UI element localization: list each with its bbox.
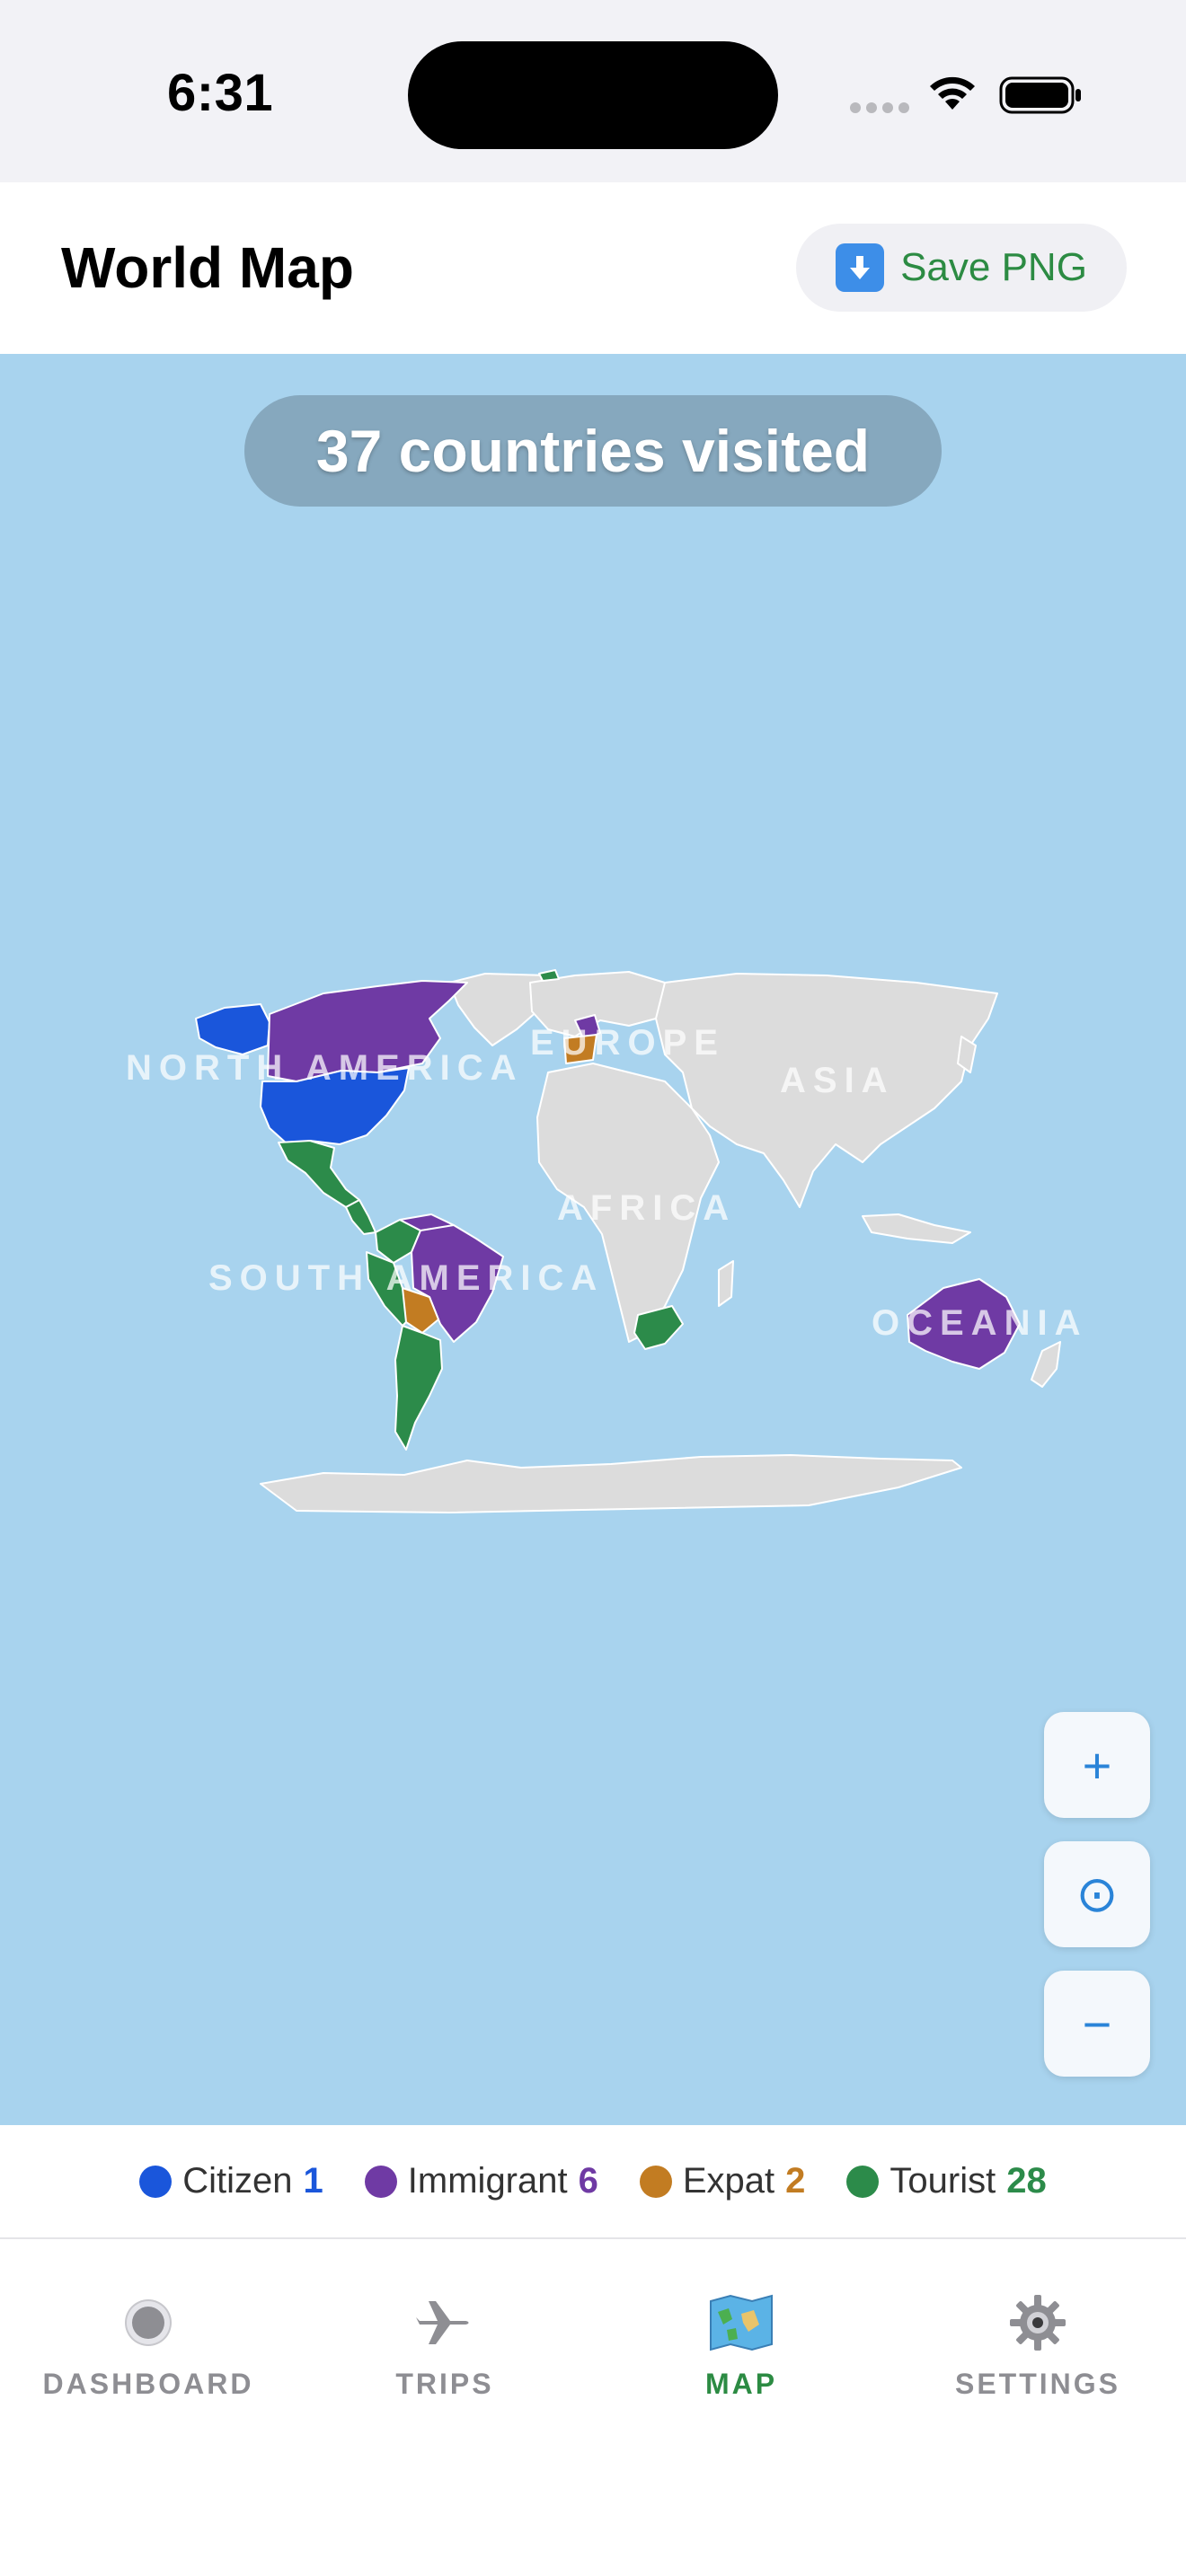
tab-label: MAP <box>704 2368 778 2400</box>
save-png-label: Save PNG <box>900 245 1087 289</box>
legend-count: 2 <box>785 2161 806 2201</box>
country-new-zealand <box>1031 1341 1061 1388</box>
zoom-in-button[interactable]: + <box>1044 1712 1150 1818</box>
label-south-america: SOUTH AMERICA <box>208 1258 604 1298</box>
radio-button-icon <box>116 2290 181 2355</box>
map-legend: Citizen 1 Immigrant 6 Expat 2 Tourist 28 <box>0 2125 1186 2239</box>
label-oceania: OCEANIA <box>872 1303 1087 1343</box>
tab-settings[interactable]: SETTINGS <box>890 2290 1186 2401</box>
save-png-button[interactable]: Save PNG <box>796 224 1127 312</box>
tab-label: TRIPS <box>395 2368 494 2400</box>
legend-label: Immigrant <box>407 2161 568 2201</box>
status-bar: 6:31 <box>0 0 1186 182</box>
tab-dashboard[interactable]: DASHBOARD <box>0 2290 296 2401</box>
legend-item-immigrant: Immigrant 6 <box>364 2161 598 2201</box>
legend-dot-citizen <box>139 2165 173 2198</box>
tab-map[interactable]: MAP <box>593 2290 890 2401</box>
world-map-icon <box>709 2290 774 2355</box>
download-icon <box>836 243 885 292</box>
airplane-icon <box>412 2290 477 2355</box>
legend-dot-tourist <box>846 2165 880 2198</box>
wifi-icon <box>930 76 975 110</box>
tab-bar: DASHBOARD TRIPS MAP SETTINGS <box>0 2241 1186 2576</box>
country-mexico <box>278 1140 360 1208</box>
legend-count: 1 <box>303 2161 323 2201</box>
status-time: 6:31 <box>167 64 274 122</box>
label-north-america: NORTH AMERICA <box>126 1048 524 1088</box>
visited-count-badge: 37 countries visited <box>244 395 942 507</box>
country-alaska <box>195 1003 270 1055</box>
visited-count-text: 37 countries visited <box>315 418 871 484</box>
battery-icon <box>999 76 1081 114</box>
region-antarctica <box>260 1454 962 1513</box>
tab-trips[interactable]: TRIPS <box>296 2290 593 2401</box>
legend-label: Tourist <box>890 2161 996 2201</box>
page-title: World Map <box>61 235 354 300</box>
legend-item-citizen: Citizen 1 <box>139 2161 323 2201</box>
cellular-signal-icon <box>850 102 909 113</box>
world-map-canvas[interactable]: NORTH AMERICA EUROPE ASIA AFRICA SOUTH A… <box>0 354 1186 2125</box>
label-africa: AFRICA <box>557 1188 736 1228</box>
country-madagascar <box>718 1260 734 1307</box>
legend-label: Citizen <box>182 2161 293 2201</box>
country-iceland <box>538 969 560 982</box>
legend-count: 28 <box>1006 2161 1047 2201</box>
dynamic-island <box>408 41 778 149</box>
country-central-america <box>345 1199 376 1235</box>
label-europe: EUROPE <box>530 1023 725 1063</box>
country-argentina <box>394 1325 443 1451</box>
header: World Map Save PNG <box>0 182 1186 354</box>
legend-dot-immigrant <box>364 2165 397 2198</box>
legend-dot-expat <box>639 2165 672 2198</box>
label-asia: ASIA <box>780 1061 895 1100</box>
world-map[interactable]: NORTH AMERICA EUROPE ASIA AFRICA SOUTH A… <box>0 354 1186 2125</box>
recenter-button[interactable]: ⊙ <box>1044 1841 1150 1947</box>
zoom-out-button[interactable]: − <box>1044 1971 1150 2077</box>
tab-label: SETTINGS <box>954 2368 1120 2400</box>
legend-count: 6 <box>578 2161 598 2201</box>
legend-item-expat: Expat 2 <box>639 2161 806 2201</box>
country-indonesia <box>862 1213 971 1244</box>
gear-icon <box>1005 2290 1070 2355</box>
legend-item-tourist: Tourist 28 <box>846 2161 1047 2201</box>
legend-label: Expat <box>682 2161 775 2201</box>
tab-label: DASHBOARD <box>42 2368 254 2400</box>
